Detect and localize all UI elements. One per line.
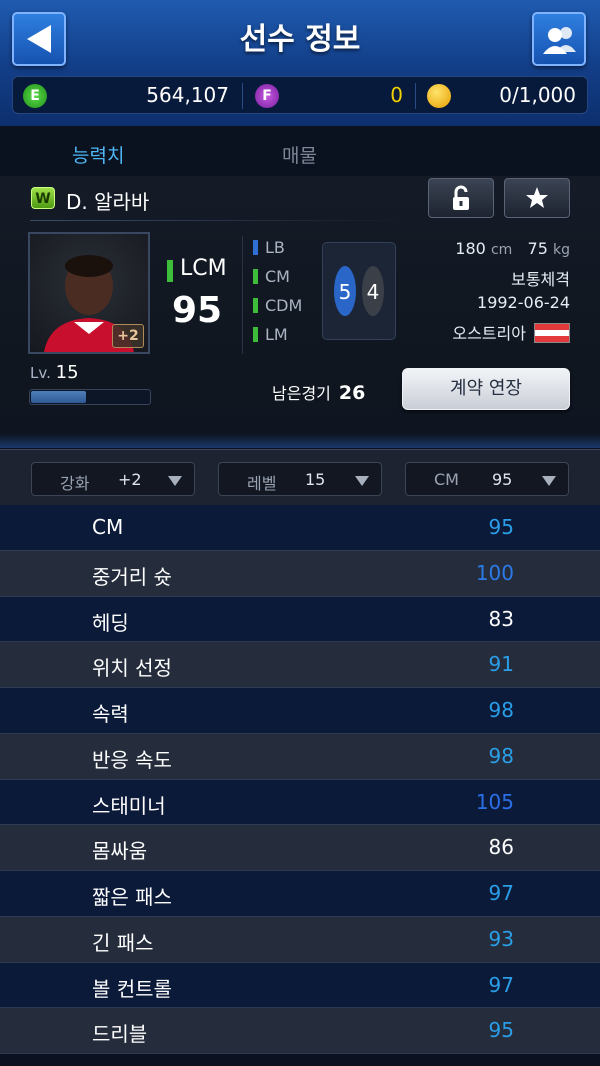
level-label: Lv. 15 <box>30 362 79 383</box>
favorite-button[interactable] <box>504 178 570 218</box>
season-badge-icon: W <box>31 187 55 209</box>
stat-value: 98 <box>488 698 514 722</box>
level-dropdown[interactable]: 레벨 15 <box>218 462 382 496</box>
stat-row: 스태미너 105 <box>0 779 600 826</box>
page-title: 선수 정보 <box>239 22 361 57</box>
height-weight: 180 cm 75 kg <box>455 239 570 258</box>
stat-value: 86 <box>488 835 514 860</box>
foot-ability: 5 4 <box>322 242 396 340</box>
stat-name: CM <box>92 515 124 539</box>
stat-row: CM 95 <box>0 505 600 551</box>
stat-name: 스태미너 <box>92 793 166 818</box>
upgrade-badge: +2 <box>112 324 144 348</box>
stat-value: 91 <box>488 652 514 677</box>
stat-name: 위치 선정 <box>92 656 172 681</box>
enhance-dropdown[interactable]: 강화 +2 <box>31 462 195 496</box>
e-currency-value: 564,107 <box>146 83 229 107</box>
stat-name: 반응 속도 <box>92 747 172 772</box>
main-position: LCM <box>167 256 227 282</box>
lock-button[interactable] <box>428 178 494 218</box>
stat-row: 헤딩 83 <box>0 596 600 643</box>
stat-value: 97 <box>488 972 514 997</box>
tab-bar: 능력치 매물 <box>0 126 600 177</box>
body-type: 보통체격 <box>511 270 570 289</box>
stat-row: 긴 패스 93 <box>0 916 600 963</box>
tab-ability[interactable]: 능력치 <box>72 141 124 168</box>
stat-row: 몸싸움 86 <box>0 825 600 871</box>
stat-row: 위치 선정 91 <box>0 642 600 688</box>
birthdate: 1992-06-24 <box>477 293 570 312</box>
stat-value: 95 <box>488 1018 514 1043</box>
stat-value: 93 <box>488 926 514 951</box>
stat-value: 95 <box>488 515 514 539</box>
alt-position: CDM <box>253 296 302 315</box>
e-coin-icon: E <box>23 84 47 108</box>
chevron-down-icon <box>542 476 556 486</box>
friends-button[interactable] <box>532 12 586 66</box>
stat-row: 볼 컨트롤 97 <box>0 962 600 1009</box>
stat-name: 몸싸움 <box>92 839 148 864</box>
stat-value: 105 <box>475 789 514 814</box>
header: 선수 정보 E 564,107 F 0 0/1,000 <box>0 0 600 126</box>
stat-row: 드리블 95 <box>0 1008 600 1054</box>
stat-row: 짧은 패스 97 <box>0 871 600 917</box>
star-icon <box>526 187 548 208</box>
player-name: D. 알라바 <box>66 190 150 214</box>
stat-value: 97 <box>488 881 514 905</box>
stat-value: 100 <box>475 560 514 585</box>
stat-list: CM 95 중거리 슛 100 헤딩 83 위치 선정 91 속력 98 반응 속도 98 스태미너 10… <box>0 505 600 1054</box>
remaining-matches-value: 26 <box>338 382 366 404</box>
stat-name: 중거리 슛 <box>92 564 172 589</box>
stat-value: 98 <box>488 743 514 768</box>
stat-name: 긴 패스 <box>92 930 154 955</box>
level-value: 15 <box>55 362 79 383</box>
stat-value: 83 <box>488 606 514 631</box>
chevron-down-icon <box>168 476 182 486</box>
stat-name: 헤딩 <box>92 610 129 635</box>
currency-bar: E 564,107 F 0 0/1,000 <box>12 76 588 114</box>
nationality: 오스트리아 <box>452 320 570 344</box>
level-progress-bar <box>29 389 151 405</box>
austria-flag-icon <box>534 323 570 343</box>
feet-icon: 5 4 <box>334 266 384 316</box>
stat-row: 반응 속도 98 <box>0 733 600 780</box>
chevron-down-icon <box>355 476 369 486</box>
tab-listings[interactable]: 매물 <box>282 141 317 168</box>
alt-position: CM <box>253 267 290 286</box>
f-coin-icon: F <box>255 84 279 108</box>
stat-name: 짧은 패스 <box>92 885 172 909</box>
users-icon <box>543 27 576 54</box>
alt-position: LB <box>253 238 285 257</box>
gold-coin-icon <box>427 84 451 108</box>
stat-name: 볼 컨트롤 <box>92 976 172 1001</box>
remaining-matches: 남은경기 26 <box>272 382 366 404</box>
overall-rating: 95 <box>172 290 223 331</box>
right-foot-value: 4 <box>367 280 380 304</box>
f-currency-value: 0 <box>390 83 403 107</box>
filter-bar: 강화 +2 레벨 15 CM 95 <box>0 449 600 507</box>
extend-contract-button[interactable]: 계약 연장 <box>402 368 570 410</box>
stat-name: 드리블 <box>92 1022 148 1047</box>
stat-name: 속력 <box>92 702 129 726</box>
gold-currency-value: 0/1,000 <box>499 83 576 107</box>
position-dropdown[interactable]: CM 95 <box>405 462 569 496</box>
unlock-icon <box>453 185 469 210</box>
alt-position: LM <box>253 325 288 344</box>
left-foot-value: 5 <box>339 280 352 304</box>
stat-row: 속력 98 <box>0 688 600 734</box>
stat-row: 중거리 슛 100 <box>0 550 600 597</box>
